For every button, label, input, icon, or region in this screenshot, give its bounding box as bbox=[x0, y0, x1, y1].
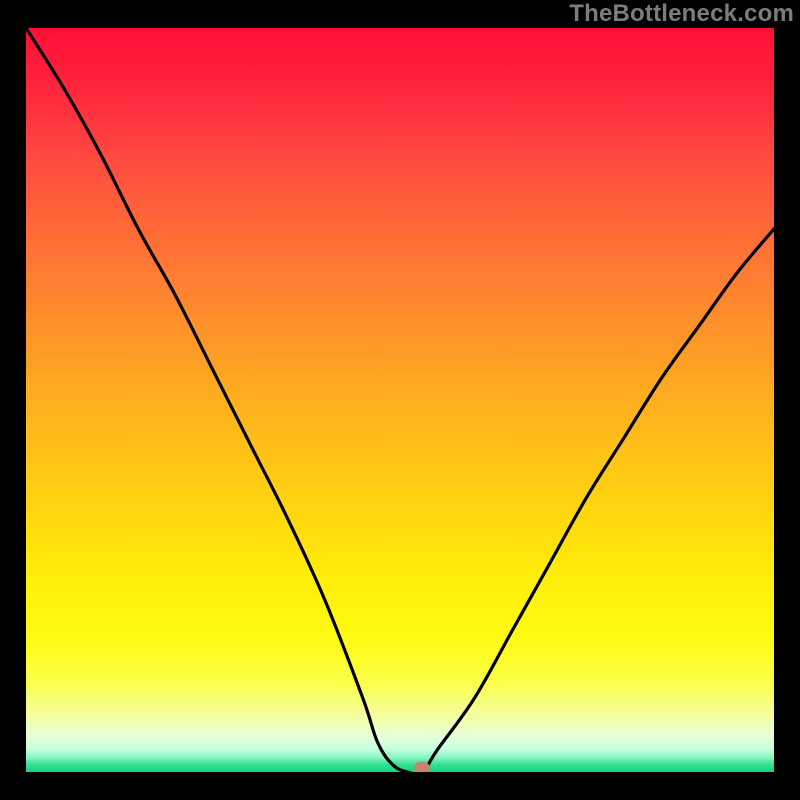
curve-path bbox=[26, 28, 774, 772]
optimum-marker bbox=[414, 762, 430, 772]
chart-frame: TheBottleneck.com bbox=[0, 0, 800, 800]
plot-area bbox=[26, 28, 774, 772]
bottleneck-curve bbox=[26, 28, 774, 772]
credit-label: TheBottleneck.com bbox=[569, 0, 794, 28]
